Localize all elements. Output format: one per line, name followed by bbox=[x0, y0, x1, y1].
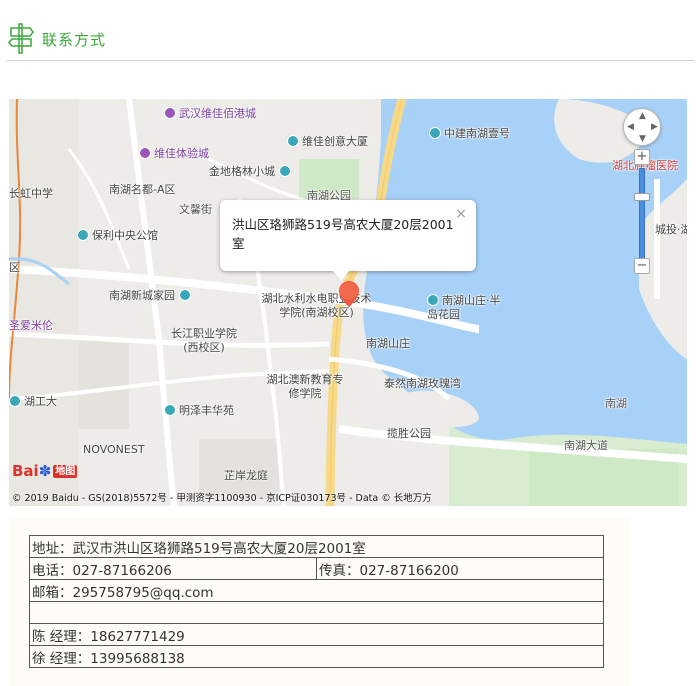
poi-icon bbox=[178, 289, 191, 301]
pan-down-icon[interactable]: ▼ bbox=[639, 135, 646, 144]
poi-label[interactable]: 芷岸龙庭 bbox=[224, 469, 268, 483]
table-row bbox=[29, 601, 604, 624]
fax-cell: 传真：027-87166200 bbox=[316, 557, 604, 580]
poi-label[interactable]: 南湖名都-A区 bbox=[109, 183, 176, 197]
poi-label[interactable]: 南湖 bbox=[605, 397, 627, 411]
poi-label[interactable]: 长虹中学 bbox=[9, 187, 53, 201]
poi-label[interactable]: 南湖山庄·半岛花园 bbox=[427, 294, 507, 322]
poi-label[interactable]: 文馨街 bbox=[179, 203, 212, 217]
poi-label[interactable]: 武汉维佳佰港城 bbox=[164, 107, 256, 121]
pan-up-icon[interactable]: ▲ bbox=[639, 112, 646, 121]
pan-control[interactable]: ▲ ▼ ◀ ▶ bbox=[623, 108, 661, 146]
poi-label[interactable]: 南湖大道 bbox=[564, 439, 608, 453]
poi-label[interactable]: 长江职业学院(西校区) bbox=[164, 327, 244, 355]
zoom-slider-track[interactable] bbox=[639, 168, 645, 260]
table-row: 地址：武汉市洪山区珞狮路519号高农大厦20层2001室 bbox=[29, 535, 604, 558]
poi-icon bbox=[164, 107, 176, 119]
pan-left-icon[interactable]: ◀ bbox=[627, 123, 634, 132]
poi-label[interactable]: 圣爱米伦 bbox=[9, 319, 53, 333]
signpost-icon bbox=[8, 23, 34, 54]
popup-address: 洪山区珞狮路519号高农大厦20层2001室 bbox=[232, 217, 454, 251]
baidu-map-logo[interactable]: Bai✽ 地图 bbox=[12, 462, 78, 480]
header-divider bbox=[6, 60, 694, 61]
poi-icon bbox=[429, 127, 441, 139]
manager-1-cell: 陈 经理：18627771429 bbox=[29, 623, 604, 646]
poi-label[interactable]: 南湖山庄 bbox=[366, 337, 410, 351]
contact-table: 地址：武汉市洪山区珞狮路519号高农大厦20层2001室 电话：027-8716… bbox=[29, 535, 604, 668]
poi-icon bbox=[287, 135, 299, 147]
location-pin-icon[interactable] bbox=[339, 281, 359, 307]
paw-icon: ✽ bbox=[38, 462, 52, 480]
address-popup: 洪山区珞狮路519号高农大厦20层2001室 × bbox=[220, 200, 476, 280]
zoom-slider-handle[interactable] bbox=[634, 193, 650, 201]
poi-label[interactable]: 金地格林小城 bbox=[209, 165, 294, 179]
poi-label[interactable]: 南湖新城家园 bbox=[109, 289, 194, 303]
table-row: 邮箱：295758795@qq.com bbox=[29, 579, 604, 602]
address-cell: 地址：武汉市洪山区珞狮路519号高农大厦20层2001室 bbox=[29, 535, 604, 558]
map-navigation-control: ▲ ▼ ◀ ▶ + − bbox=[623, 108, 663, 278]
pan-right-icon[interactable]: ▶ bbox=[651, 123, 658, 132]
poi-label[interactable]: 区 bbox=[9, 261, 20, 275]
poi-label[interactable]: NOVONEST bbox=[83, 443, 145, 457]
poi-icon bbox=[278, 165, 291, 177]
email-cell[interactable]: 邮箱：295758795@qq.com bbox=[29, 579, 604, 602]
poi-icon bbox=[77, 229, 89, 241]
poi-label[interactable]: 维佳体验城 bbox=[139, 147, 209, 161]
poi-label[interactable]: 泰然南湖玫瑰湾 bbox=[384, 377, 461, 391]
blank-cell bbox=[29, 601, 604, 624]
zoom-out-button[interactable]: − bbox=[634, 258, 650, 274]
poi-label[interactable]: 明泽丰华苑 bbox=[164, 404, 234, 418]
poi-label[interactable]: 湖北澳新教育专修学院 bbox=[265, 373, 345, 401]
table-row: 电话：027-87166206 传真：027-87166200 bbox=[29, 557, 604, 580]
poi-icon bbox=[164, 404, 176, 416]
section-header: 联系方式 bbox=[0, 0, 696, 62]
table-row: 徐 经理：13995688138 bbox=[29, 645, 604, 668]
popup-tail bbox=[332, 270, 350, 280]
poi-icon bbox=[9, 395, 21, 407]
phone-cell: 电话：027-87166206 bbox=[29, 557, 317, 580]
map-copyright: © 2019 Baidu - GS(2018)5572号 - 甲测资字11009… bbox=[12, 493, 432, 504]
poi-label[interactable]: 维佳创意大厦 bbox=[287, 135, 368, 149]
poi-label[interactable]: 中建南湖壹号 bbox=[429, 127, 510, 141]
poi-icon bbox=[139, 147, 151, 159]
poi-label[interactable]: 保利中央公馆 bbox=[77, 229, 158, 243]
table-row: 陈 经理：18627771429 bbox=[29, 623, 604, 646]
close-icon[interactable]: × bbox=[455, 205, 467, 224]
zoom-in-button[interactable]: + bbox=[634, 149, 650, 165]
baidu-map[interactable]: 武汉维佳佰港城 维佳创意大厦 中建南湖壹号 维佳体验城 金地格林小城 南湖名都-… bbox=[9, 99, 687, 506]
poi-label[interactable]: 湖工大 bbox=[9, 395, 57, 409]
poi-icon bbox=[427, 294, 439, 306]
poi-label[interactable]: 揽胜公园 bbox=[387, 427, 431, 441]
section-title: 联系方式 bbox=[42, 31, 107, 49]
manager-2-cell: 徐 经理：13995688138 bbox=[29, 645, 604, 668]
